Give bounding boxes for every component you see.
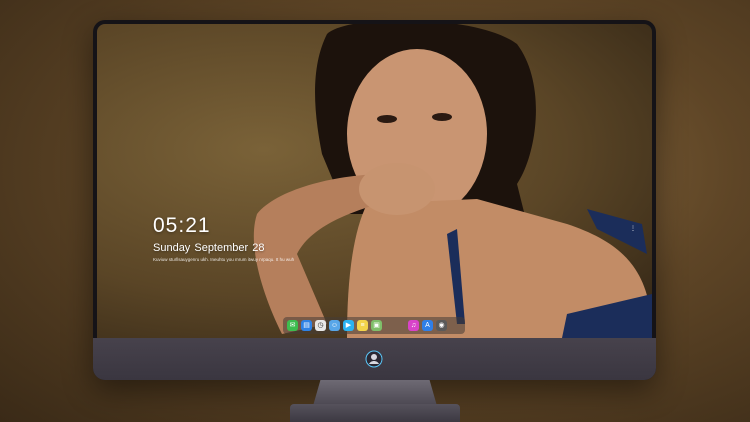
lock-subtext: Kuviuw sturllsauygenru ukh. Ineuhtu you … bbox=[153, 257, 295, 262]
more-dots-icon[interactable]: ⋮ bbox=[630, 225, 636, 232]
wallpaper-portrait bbox=[253, 24, 652, 338]
camera-app-icon[interactable]: ◉ bbox=[436, 320, 447, 331]
monitor: 05:21 Sunday September 28 Kuviuw sturlls… bbox=[93, 20, 656, 380]
notes-app-icon[interactable]: ≡ bbox=[357, 320, 368, 331]
finder-app-icon[interactable]: ☺ bbox=[329, 320, 340, 331]
lock-clock: 05:21 bbox=[153, 214, 211, 237]
files-app-icon[interactable]: ▤ bbox=[301, 320, 312, 331]
clock-app-icon[interactable]: ◷ bbox=[315, 320, 326, 331]
brand-logo-icon bbox=[365, 350, 383, 368]
messages-app-icon[interactable]: ✉ bbox=[287, 320, 298, 331]
monitor-stand-base bbox=[290, 404, 460, 422]
music-app-icon[interactable]: ♫ bbox=[408, 320, 419, 331]
monitor-stand bbox=[313, 380, 437, 406]
lock-date: Sunday September 28 bbox=[153, 242, 265, 254]
dock: ✉ ▤ ◷ ☺ ▶ ≡ ▣ ♫ A ◉ bbox=[283, 317, 465, 334]
photos-app-icon[interactable]: ▣ bbox=[371, 320, 382, 331]
video-app-icon[interactable]: ▶ bbox=[343, 320, 354, 331]
monitor-chin bbox=[93, 338, 656, 380]
appstore-app-icon[interactable]: A bbox=[422, 320, 433, 331]
lock-screen[interactable]: 05:21 Sunday September 28 Kuviuw sturlls… bbox=[97, 24, 652, 338]
